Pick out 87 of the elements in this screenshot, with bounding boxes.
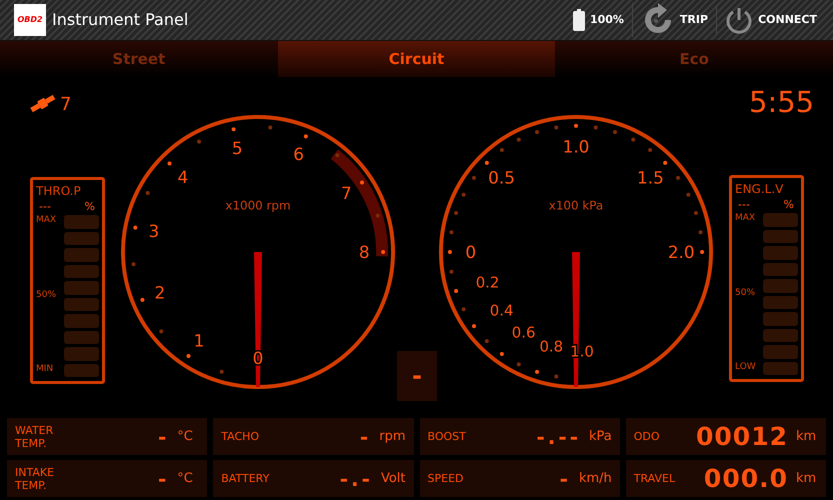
meter-value: --- [738, 198, 750, 212]
reading-unit: rpm [379, 429, 406, 444]
reading-label: INTAKE TEMP. [15, 466, 56, 492]
meter-segment [763, 312, 798, 326]
reading-value: - [158, 424, 170, 448]
meter-segment [763, 213, 798, 227]
scale-label: 0.4 [490, 302, 514, 320]
mode-tab[interactable]: Circuit [278, 40, 556, 78]
scale-label: MAX [735, 213, 756, 224]
scale-label: 6 [293, 144, 304, 164]
reading-label: ODO [634, 430, 661, 443]
scale-label: 3 [148, 221, 160, 242]
scale-label: 0 [465, 242, 476, 262]
meter-segment [64, 281, 99, 295]
meter-segment [763, 345, 798, 359]
scale-label: 2.0 [668, 242, 695, 262]
reading-value: - [560, 466, 571, 490]
meter-segment [763, 362, 798, 376]
scale-label: 1.0 [562, 136, 590, 157]
reading-label: WATER TEMP. [15, 424, 54, 450]
meter-segment [763, 328, 798, 342]
reading-label: TRAVEL [634, 472, 676, 485]
scale-label: 8 [358, 242, 370, 262]
reading-unit: °C [177, 471, 194, 486]
power-icon [725, 6, 754, 34]
meter-segment [763, 246, 798, 260]
meter-unit: % [84, 200, 95, 214]
scale-label: LOW [735, 362, 757, 372]
satellite-icon [30, 94, 56, 114]
scale-label: 5 [232, 138, 243, 158]
scale-label: 7 [340, 183, 352, 204]
meter-segment [64, 264, 99, 278]
scale-label: 0.8 [539, 338, 564, 356]
scale-label: 4 [178, 167, 188, 188]
meter-value: --- [39, 200, 51, 214]
app-logo: OBD2 [14, 4, 46, 36]
meter-title: ENG.L.V [735, 182, 784, 196]
battery-icon [572, 8, 585, 31]
gear-readout: - [397, 351, 437, 401]
reading-value: -.-- [536, 424, 581, 448]
scale-label: 2 [154, 282, 166, 303]
meter-segment [64, 330, 99, 344]
meter-segment [763, 230, 798, 244]
reading-value: -.- [340, 466, 373, 490]
toolbar-action[interactable]: 100% [564, 8, 632, 31]
reading-unit: kPa [589, 429, 612, 444]
meter-segment [64, 232, 99, 246]
scale-label: 0.5 [488, 168, 515, 188]
reading-unit: km/h [578, 471, 612, 486]
reading-value: 00012 [696, 422, 788, 451]
reading-label: TACHO [221, 430, 260, 443]
unit-label: x100 kPa [548, 198, 604, 213]
scale-label: MIN [36, 364, 54, 374]
reading-unit: km [796, 471, 818, 486]
reading-value: 000.0 [704, 464, 788, 493]
scale-label: 0.2 [476, 274, 500, 292]
toolbar-action[interactable]: CONNECT [716, 6, 825, 34]
reading-label: BOOST [428, 430, 467, 443]
reading-value: - [360, 424, 372, 448]
scale-label: 1 [194, 330, 204, 351]
meter-segment [64, 347, 99, 361]
meter-segment [763, 262, 798, 276]
meter-title: THRO.P [36, 184, 82, 198]
meter-segment [64, 364, 99, 378]
reading-label: SPEED [428, 472, 464, 485]
meter-segment [763, 296, 798, 310]
reading-unit: °C [177, 429, 194, 444]
unit-label: x1000 rpm [225, 198, 291, 213]
meter-segment [64, 248, 99, 262]
scale-label: 50% [36, 290, 58, 300]
scale-label: 50% [735, 288, 756, 298]
meter-segment [64, 298, 99, 312]
reading-unit: km [796, 429, 818, 444]
satellite-count: 7 [60, 94, 72, 115]
scale-label: 1.5 [637, 168, 664, 188]
meter-unit: % [784, 198, 794, 212]
reading-unit: Volt [380, 471, 406, 486]
clock: 5:55 [749, 85, 814, 116]
toolbar-action[interactable]: TRIP [632, 2, 716, 37]
reading-label: BATTERY [221, 472, 270, 485]
meter-segment [763, 279, 798, 293]
reading-value: - [158, 466, 170, 490]
meter-segment [64, 314, 99, 328]
scale-label: 0.6 [512, 324, 536, 342]
app-title: Instrument Panel [52, 10, 190, 30]
meter-segment [64, 215, 99, 229]
scale-label: MAX [36, 215, 58, 226]
